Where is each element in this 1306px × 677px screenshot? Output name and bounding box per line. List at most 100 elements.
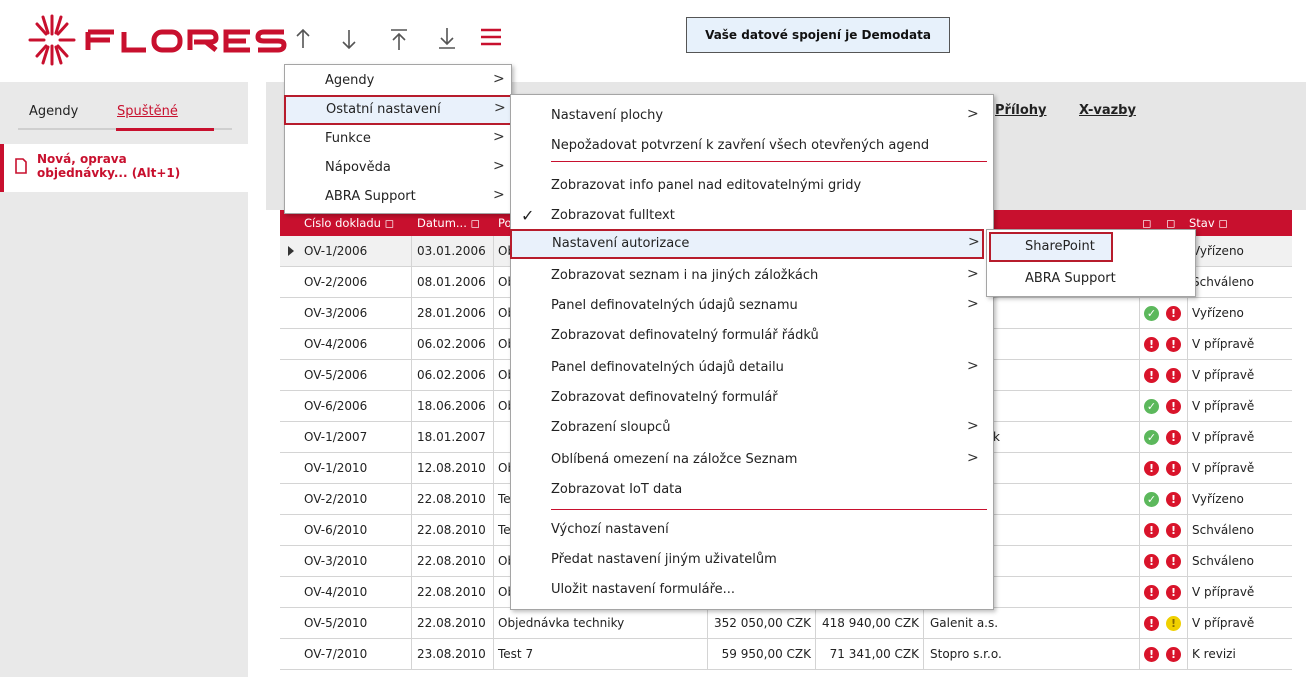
menu-item-nastaveni-autorizace[interactable]: Nastavení autorizace > [510, 229, 984, 259]
menu-item-label: Panel definovatelných údajů seznamu [551, 298, 798, 313]
menu-item-ostatn-nastaven-[interactable]: Ostatní nastavení > [284, 95, 512, 125]
settings-submenu: Nastavení plochy > Nepožadovat potvrzení k… [510, 94, 994, 610]
menu-item-panel-definovatelnych-udaju-detailu[interactable]: Panel definovatelných údajů detailu > [511, 355, 993, 381]
cell-date: 03.01.2006 [412, 236, 494, 267]
menu-item-oblibena-omezeni-na-zalozce-seznam[interactable]: Oblíbená omezení na záložce Seznam > [511, 447, 993, 473]
cell-description: Objednávka techniky [494, 608, 708, 639]
menu-item-n-pov-da[interactable]: Nápověda > [285, 155, 511, 181]
cell-status-2: ! [1162, 391, 1188, 422]
cell-status-1: ! [1140, 329, 1162, 360]
menu-item-zobrazovat-iot-data[interactable]: Zobrazovat IoT data [511, 477, 993, 503]
cell-stav: V přípravě [1192, 368, 1255, 382]
menu-item-funkce[interactable]: Funkce > [285, 126, 511, 152]
green-status-icon: ✓ [1144, 306, 1159, 321]
menu-item-predat-nastaveni-jinym-uzivatelum[interactable]: Předat nastavení jiným uživatelům [511, 547, 993, 573]
menu-item-label: Nepožadovat potvrzení k zavření všech ot… [551, 138, 930, 153]
cell-date: 22.08.2010 [412, 515, 494, 546]
red-status-icon: ! [1144, 585, 1159, 600]
running-agenda-label: Nová, oprava objednávky... (Alt+1) [37, 152, 181, 180]
menu-item-zobrazovat-definovatelny-formular-radku[interactable]: Zobrazovat definovatelný formulář řádků [511, 323, 993, 349]
col-datum[interactable]: Datum... ◻ [417, 216, 480, 230]
cell-status-1: ! [1140, 546, 1162, 577]
red-status-icon: ! [1144, 337, 1159, 352]
cell-firm: Stopro s.r.o. [924, 639, 1140, 670]
tab-x-vazby[interactable]: X-vazby [1079, 103, 1136, 118]
menu-item-label: Zobrazovat definovatelný formulář [551, 390, 778, 405]
red-status-icon: ! [1144, 616, 1159, 631]
menu-item-label: Předat nastavení jiným uživatelům [551, 552, 777, 567]
menu-item-abra-support[interactable]: ABRA Support > [285, 184, 511, 210]
cell-doc-number: OV-5/2010 [280, 608, 412, 639]
menu-separator [551, 161, 987, 162]
menu-item-zobrazeni-sloupcu[interactable]: Zobrazení sloupců > [511, 415, 993, 441]
cell-doc-number: OV-7/2010 [280, 639, 412, 670]
cell-date: 18.06.2006 [412, 391, 494, 422]
menu-item-label: Zobrazovat seznam i na jiných záložkách [551, 268, 819, 283]
table-row[interactable]: OV-7/2010 23.08.2010 Test 7 59 950,00 CZK 71… [280, 639, 1292, 670]
cell-stav: V přípravě [1192, 585, 1255, 599]
chevron-right-icon: > [493, 158, 505, 174]
menu-item-label: Panel definovatelných údajů detailu [551, 360, 784, 375]
menu-item-nastaveni-plochy[interactable]: Nastavení plochy > [511, 103, 993, 129]
authorization-submenu: SharePoint ABRA Support [986, 229, 1196, 297]
cell-doc-number: OV-2/2006 [280, 267, 412, 298]
chevron-right-icon: > [493, 71, 505, 87]
red-status-icon: ! [1166, 368, 1181, 383]
col-status-1[interactable]: ◻ [1142, 216, 1152, 230]
cell-doc-number: OV-2/2010 [280, 484, 412, 515]
cell-date: 22.08.2010 [412, 484, 494, 515]
menu-item-label: Zobrazovat IoT data [551, 482, 683, 497]
app-header: Vaše datové spojení je Demodata [0, 0, 1306, 82]
tab-prilohy[interactable]: Přílohy [995, 103, 1047, 118]
col-cislo-dokladu[interactable]: Císlo dokladu ◻ [304, 216, 394, 230]
green-status-icon: ✓ [1144, 399, 1159, 414]
col-status-2[interactable]: ◻ [1166, 216, 1176, 230]
menu-item-sharepoint[interactable]: SharePoint [989, 232, 1113, 262]
cell-status-1: ! [1140, 360, 1162, 391]
arrow-down-icon[interactable] [336, 26, 362, 52]
menu-item-agendy[interactable]: Agendy > [285, 68, 511, 94]
document-icon [15, 158, 27, 174]
cell-amount-vat: 71 341,00 CZK [816, 639, 924, 670]
cell-date: 06.02.2006 [412, 329, 494, 360]
menu-item-zobrazovat-info-panel-nad-editovatelnymi-gridy[interactable]: Zobrazovat info panel nad editovatelnými… [511, 173, 993, 199]
left-panel: Agendy Spuštěné Nová, oprava objednávky.… [0, 82, 248, 677]
cell-status-1: ! [1140, 515, 1162, 546]
menu-item-panel-definovatelnych-udaju-seznamu[interactable]: Panel definovatelných údajů seznamu > [511, 293, 993, 319]
cell-doc-number: OV-6/2006 [280, 391, 412, 422]
cell-status-2: ! [1162, 484, 1188, 515]
menu-item-zobrazovat-definovatelny-formular[interactable]: Zobrazovat definovatelný formulář [511, 385, 993, 411]
col-stav[interactable]: Stav ◻ [1189, 216, 1228, 230]
chevron-right-icon: > [967, 266, 979, 282]
cell-date: 06.02.2006 [412, 360, 494, 391]
red-status-icon: ! [1166, 306, 1181, 321]
cell-doc-number: OV-4/2010 [280, 577, 412, 608]
menu-item-zobrazovat-fulltext[interactable]: ✓ Zobrazovat fulltext [511, 203, 993, 229]
checkmark-icon: ✓ [521, 206, 535, 225]
tab-spustene[interactable]: Spuštěné [117, 104, 178, 119]
running-agenda-item[interactable]: Nová, oprava objednávky... (Alt+1) [0, 144, 248, 192]
menu-item-ulozit-nastaveni-formulare[interactable]: Uložit nastavení formuláře... [511, 577, 993, 603]
cell-status-2: ! [1162, 422, 1188, 453]
menu-item-abra-support[interactable]: ABRA Support [987, 266, 1195, 292]
menu-item-zobrazovat-seznam-i-na-jinych-zalozkach[interactable]: Zobrazovat seznam i na jiných záložkách > [511, 263, 993, 289]
menu-item-nepozadovat-potvrzeni-k-zavreni-vsech-otevrenych-agend[interactable]: Nepožadovat potvrzení k zavření všech ot… [511, 133, 993, 159]
chevron-right-icon: > [967, 106, 979, 122]
menu-item-vychozi-nastaveni[interactable]: Výchozí nastavení [511, 517, 993, 543]
menu-separator [551, 509, 987, 510]
cell-status-1: ! [1140, 453, 1162, 484]
arrow-up-icon[interactable] [290, 26, 316, 52]
table-row[interactable]: OV-5/2010 22.08.2010 Objednávka techniky 35… [280, 608, 1292, 639]
move-to-bottom-icon[interactable] [434, 26, 460, 52]
cell-doc-number: OV-1/2010 [280, 453, 412, 484]
red-status-icon: ! [1166, 647, 1181, 662]
left-tabs: Agendy Spuštěné [18, 100, 232, 131]
hamburger-menu-icon[interactable] [478, 24, 504, 50]
cell-amount-vat: 418 940,00 CZK [816, 608, 924, 639]
cell-stav: K revizi [1192, 647, 1236, 661]
chevron-right-icon: > [967, 450, 979, 466]
menu-item-label: ABRA Support [1025, 271, 1116, 286]
tab-agendy[interactable]: Agendy [29, 104, 78, 119]
move-to-top-icon[interactable] [386, 26, 412, 52]
red-status-icon: ! [1144, 368, 1159, 383]
